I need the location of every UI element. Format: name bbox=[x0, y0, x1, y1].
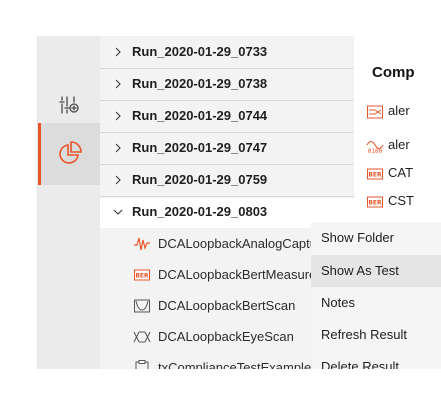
chevron-right-icon[interactable] bbox=[111, 45, 125, 59]
menu-item-label: Refresh Result bbox=[321, 327, 407, 342]
menu-item-label: Notes bbox=[321, 295, 355, 310]
content-item-label: aler bbox=[388, 137, 410, 152]
divider bbox=[100, 68, 354, 69]
content-item[interactable]: BER CST bbox=[366, 192, 418, 212]
run-label: Run_2020-01-29_0733 bbox=[132, 44, 268, 59]
menu-item-show-folder[interactable]: Show Folder bbox=[311, 222, 441, 254]
bathtub-icon bbox=[134, 299, 150, 313]
menu-item-show-as-test[interactable]: Show As Test bbox=[311, 255, 441, 287]
tree-row-run[interactable]: Run_2020-01-29_0759 bbox=[100, 166, 354, 196]
content-item-label: CAT bbox=[388, 165, 414, 180]
sliders-add-icon bbox=[59, 96, 79, 114]
menu-item-label: Delete Result bbox=[321, 359, 400, 369]
chevron-down-icon[interactable] bbox=[111, 205, 125, 219]
tree-child-label: DCALoopbackEyeScan bbox=[158, 329, 294, 344]
chevron-right-icon[interactable] bbox=[111, 141, 125, 155]
svg-text:BER: BER bbox=[368, 200, 382, 207]
eye-diagram-icon bbox=[133, 331, 151, 343]
tree-child-label: DCALoopbackAnalogCapture bbox=[158, 236, 329, 251]
menu-item-refresh-result[interactable]: Refresh Result bbox=[311, 319, 441, 351]
ber-icon: BER bbox=[367, 196, 383, 208]
waveform-icon bbox=[134, 237, 150, 251]
tree-row-run[interactable]: Run_2020-01-29_0744 bbox=[100, 102, 354, 132]
run-label: Run_2020-01-29_0744 bbox=[132, 108, 268, 123]
content-item[interactable]: BER CAT bbox=[366, 164, 418, 184]
content-item[interactable]: aler bbox=[366, 102, 418, 122]
pie-chart-icon bbox=[59, 141, 82, 164]
tree-child-label: DCALoopbackBertScan bbox=[158, 298, 296, 313]
tree-row-run[interactable]: Run_2020-01-29_0747 bbox=[100, 134, 354, 164]
run-label: Run_2020-01-29_0738 bbox=[132, 76, 268, 91]
svg-text:0100: 0100 bbox=[368, 148, 383, 155]
svg-text:BER: BER bbox=[368, 172, 382, 179]
ber-icon: BER bbox=[134, 269, 150, 281]
content-title: Comp bbox=[372, 64, 415, 81]
icon-rail bbox=[38, 36, 100, 369]
content-item-label: aler bbox=[388, 103, 410, 118]
menu-item-label: Show As Test bbox=[321, 263, 399, 278]
tree-row-run[interactable]: Run_2020-01-29_0733 bbox=[100, 38, 354, 68]
chevron-right-icon[interactable] bbox=[111, 173, 125, 187]
results-nav-button[interactable] bbox=[38, 123, 100, 185]
content-item-label: CST bbox=[388, 193, 414, 208]
run-label: Run_2020-01-29_0803 bbox=[132, 204, 268, 219]
svg-text:BER: BER bbox=[135, 273, 149, 280]
run-label: Run_2020-01-29_0759 bbox=[132, 172, 268, 187]
menu-item-delete-result[interactable]: Delete Result bbox=[311, 351, 441, 369]
run-label: Run_2020-01-29_0747 bbox=[132, 140, 268, 155]
chevron-right-icon[interactable] bbox=[111, 77, 125, 91]
alert-binary-icon: 0100 bbox=[366, 140, 384, 155]
context-menu: Show Folder Show As Test Notes Refresh R… bbox=[311, 222, 441, 369]
tree-child-label: txComplianceTestExample bbox=[158, 360, 312, 369]
tree-row-run[interactable]: Run_2020-01-29_0738 bbox=[100, 70, 354, 100]
menu-item-label: Show Folder bbox=[321, 230, 394, 245]
divider bbox=[100, 100, 354, 101]
chevron-right-icon[interactable] bbox=[111, 109, 125, 123]
alert-flow-icon bbox=[367, 105, 383, 119]
divider bbox=[100, 164, 354, 165]
menu-item-notes[interactable]: Notes bbox=[311, 287, 441, 319]
divider bbox=[100, 132, 354, 133]
clipboard-icon bbox=[135, 360, 149, 369]
divider bbox=[100, 196, 354, 197]
content-item[interactable]: 0100 aler bbox=[366, 136, 418, 156]
ber-icon: BER bbox=[367, 168, 383, 180]
